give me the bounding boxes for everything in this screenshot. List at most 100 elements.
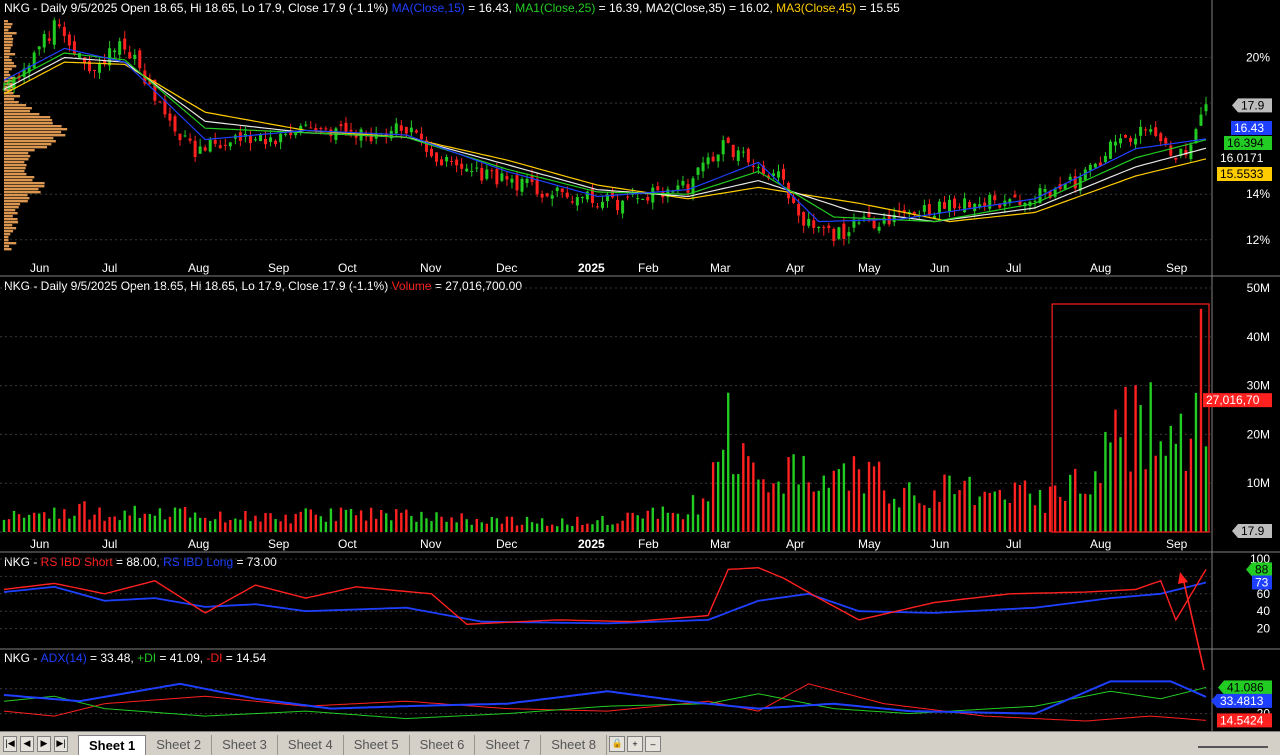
volume-bar: [485, 523, 489, 532]
volume-bar: [993, 491, 996, 532]
volume-bar: [606, 524, 609, 532]
volume-bar: [143, 513, 147, 532]
volume-bar: [430, 521, 433, 532]
price-x-label: Nov: [420, 261, 441, 275]
price-candle: [1068, 176, 1072, 180]
volume-bar: [390, 520, 393, 532]
volume-bar: [108, 516, 111, 532]
volume-bar: [515, 525, 519, 532]
sheet-tab-6[interactable]: Sheet 6: [410, 734, 476, 755]
volume-profile-bar: [4, 224, 13, 227]
price-candle: [681, 180, 685, 186]
chart-workspace[interactable]: NKG - Daily 9/5/2025 Open 18.65, Hi 18.6…: [0, 0, 1280, 731]
price-candle: [475, 167, 479, 169]
price-candle: [510, 178, 514, 183]
price-candle: [832, 229, 836, 241]
volume-bar: [329, 508, 333, 532]
volume-bar: [827, 487, 831, 532]
volume-bar: [395, 509, 398, 532]
sheet-tab-2[interactable]: Sheet 2: [146, 734, 213, 755]
price-candle: [515, 175, 519, 191]
volume-bar: [153, 515, 157, 532]
volume-profile-bar: [4, 44, 13, 47]
volume-badge-current-text: 27,016,70: [1206, 393, 1260, 407]
volume-bar: [842, 463, 846, 532]
volume-bar: [872, 466, 876, 532]
price-candle: [525, 178, 529, 184]
lock-icon[interactable]: 🔒: [609, 735, 626, 752]
pane-header-segment: = 41.09,: [156, 651, 206, 665]
price-candle: [404, 126, 408, 134]
pane-header-segment: NKG - Daily 9/5/2025 Open 18.65, Hi 18.6…: [4, 279, 392, 293]
price-candle: [1194, 129, 1198, 144]
pane-header-segment: = 14.54: [222, 651, 266, 665]
volume-bar: [948, 475, 951, 532]
sheet-tab-5[interactable]: Sheet 5: [344, 734, 410, 755]
price-candle: [636, 198, 640, 200]
volume-bar: [1109, 442, 1112, 532]
price-candle: [1093, 163, 1097, 168]
volume-bar: [1184, 471, 1188, 532]
volume-bar: [631, 512, 634, 532]
price-candle: [948, 199, 952, 212]
price-candle: [953, 198, 957, 209]
sheet-tab-4[interactable]: Sheet 4: [278, 734, 344, 755]
volume-bar: [757, 479, 760, 532]
first-sheet-button[interactable]: |◀: [3, 735, 17, 752]
sheet-tab-1[interactable]: Sheet 1: [78, 734, 147, 755]
volume-x-label: Nov: [420, 537, 441, 551]
sheet-tab-8[interactable]: Sheet 8: [541, 734, 608, 755]
horizontal-scrollbar[interactable]: [1198, 742, 1268, 748]
price-candle: [671, 191, 675, 193]
volume-profile-bar: [4, 53, 16, 56]
price-candle: [108, 48, 112, 66]
volume-profile-bar: [4, 41, 13, 44]
add-sheet-icon[interactable]: +: [627, 735, 644, 752]
volume-bar: [229, 519, 232, 532]
prev-sheet-button[interactable]: ◀: [20, 735, 34, 752]
volume-x-label: Sep: [1166, 537, 1188, 551]
volume-profile-bar: [4, 179, 33, 182]
pane-header-segment: Volume: [392, 279, 432, 293]
volume-bar: [475, 518, 478, 532]
volume-bar: [857, 469, 861, 532]
remove-sheet-icon[interactable]: –: [645, 735, 662, 752]
price-candle: [445, 156, 449, 162]
volume-profile-bar: [4, 95, 20, 98]
price-candle: [1159, 133, 1163, 142]
sheet-tab-3[interactable]: Sheet 3: [212, 734, 278, 755]
volume-bar: [274, 519, 277, 532]
sheet-tab-7[interactable]: Sheet 7: [475, 734, 542, 755]
axis-label-volume: 10M: [1247, 476, 1270, 490]
volume-bar: [68, 518, 71, 532]
pane-header-segment: = 16.39, MA2(Close,35) = 16.02,: [595, 1, 776, 15]
volume-bar: [862, 493, 866, 532]
price-candle: [1124, 134, 1128, 138]
volume-profile-bar: [4, 203, 21, 206]
volume-bar: [963, 480, 966, 532]
last-sheet-button[interactable]: ▶|: [54, 735, 68, 752]
pane-header-segment: = 73.00: [233, 555, 277, 569]
next-sheet-button[interactable]: ▶: [37, 735, 51, 752]
price-candle: [656, 186, 660, 191]
price-candle: [782, 169, 786, 180]
volume-bar: [53, 507, 56, 532]
pane-header-segment: NKG - Daily 9/5/2025 Open 18.65, Hi 18.6…: [4, 1, 392, 15]
volume-profile-bar: [4, 32, 17, 35]
volume-bar: [918, 503, 921, 532]
price-candle: [565, 192, 569, 198]
volume-bar: [545, 525, 549, 532]
price-candle: [822, 227, 826, 229]
price-candle: [937, 201, 941, 214]
price-candle: [72, 41, 76, 55]
volume-bar: [369, 507, 373, 532]
ma15-line: [3, 47, 1207, 223]
volume-profile-bar: [4, 137, 54, 140]
price-candle: [600, 201, 604, 208]
volume-x-label: Jul: [102, 537, 117, 551]
volume-bar: [1119, 437, 1122, 532]
pane-header-segment: = 33.48,: [87, 651, 137, 665]
volume-bar: [887, 503, 891, 532]
volume-bar: [465, 519, 468, 532]
volume-profile-bar: [4, 212, 18, 215]
